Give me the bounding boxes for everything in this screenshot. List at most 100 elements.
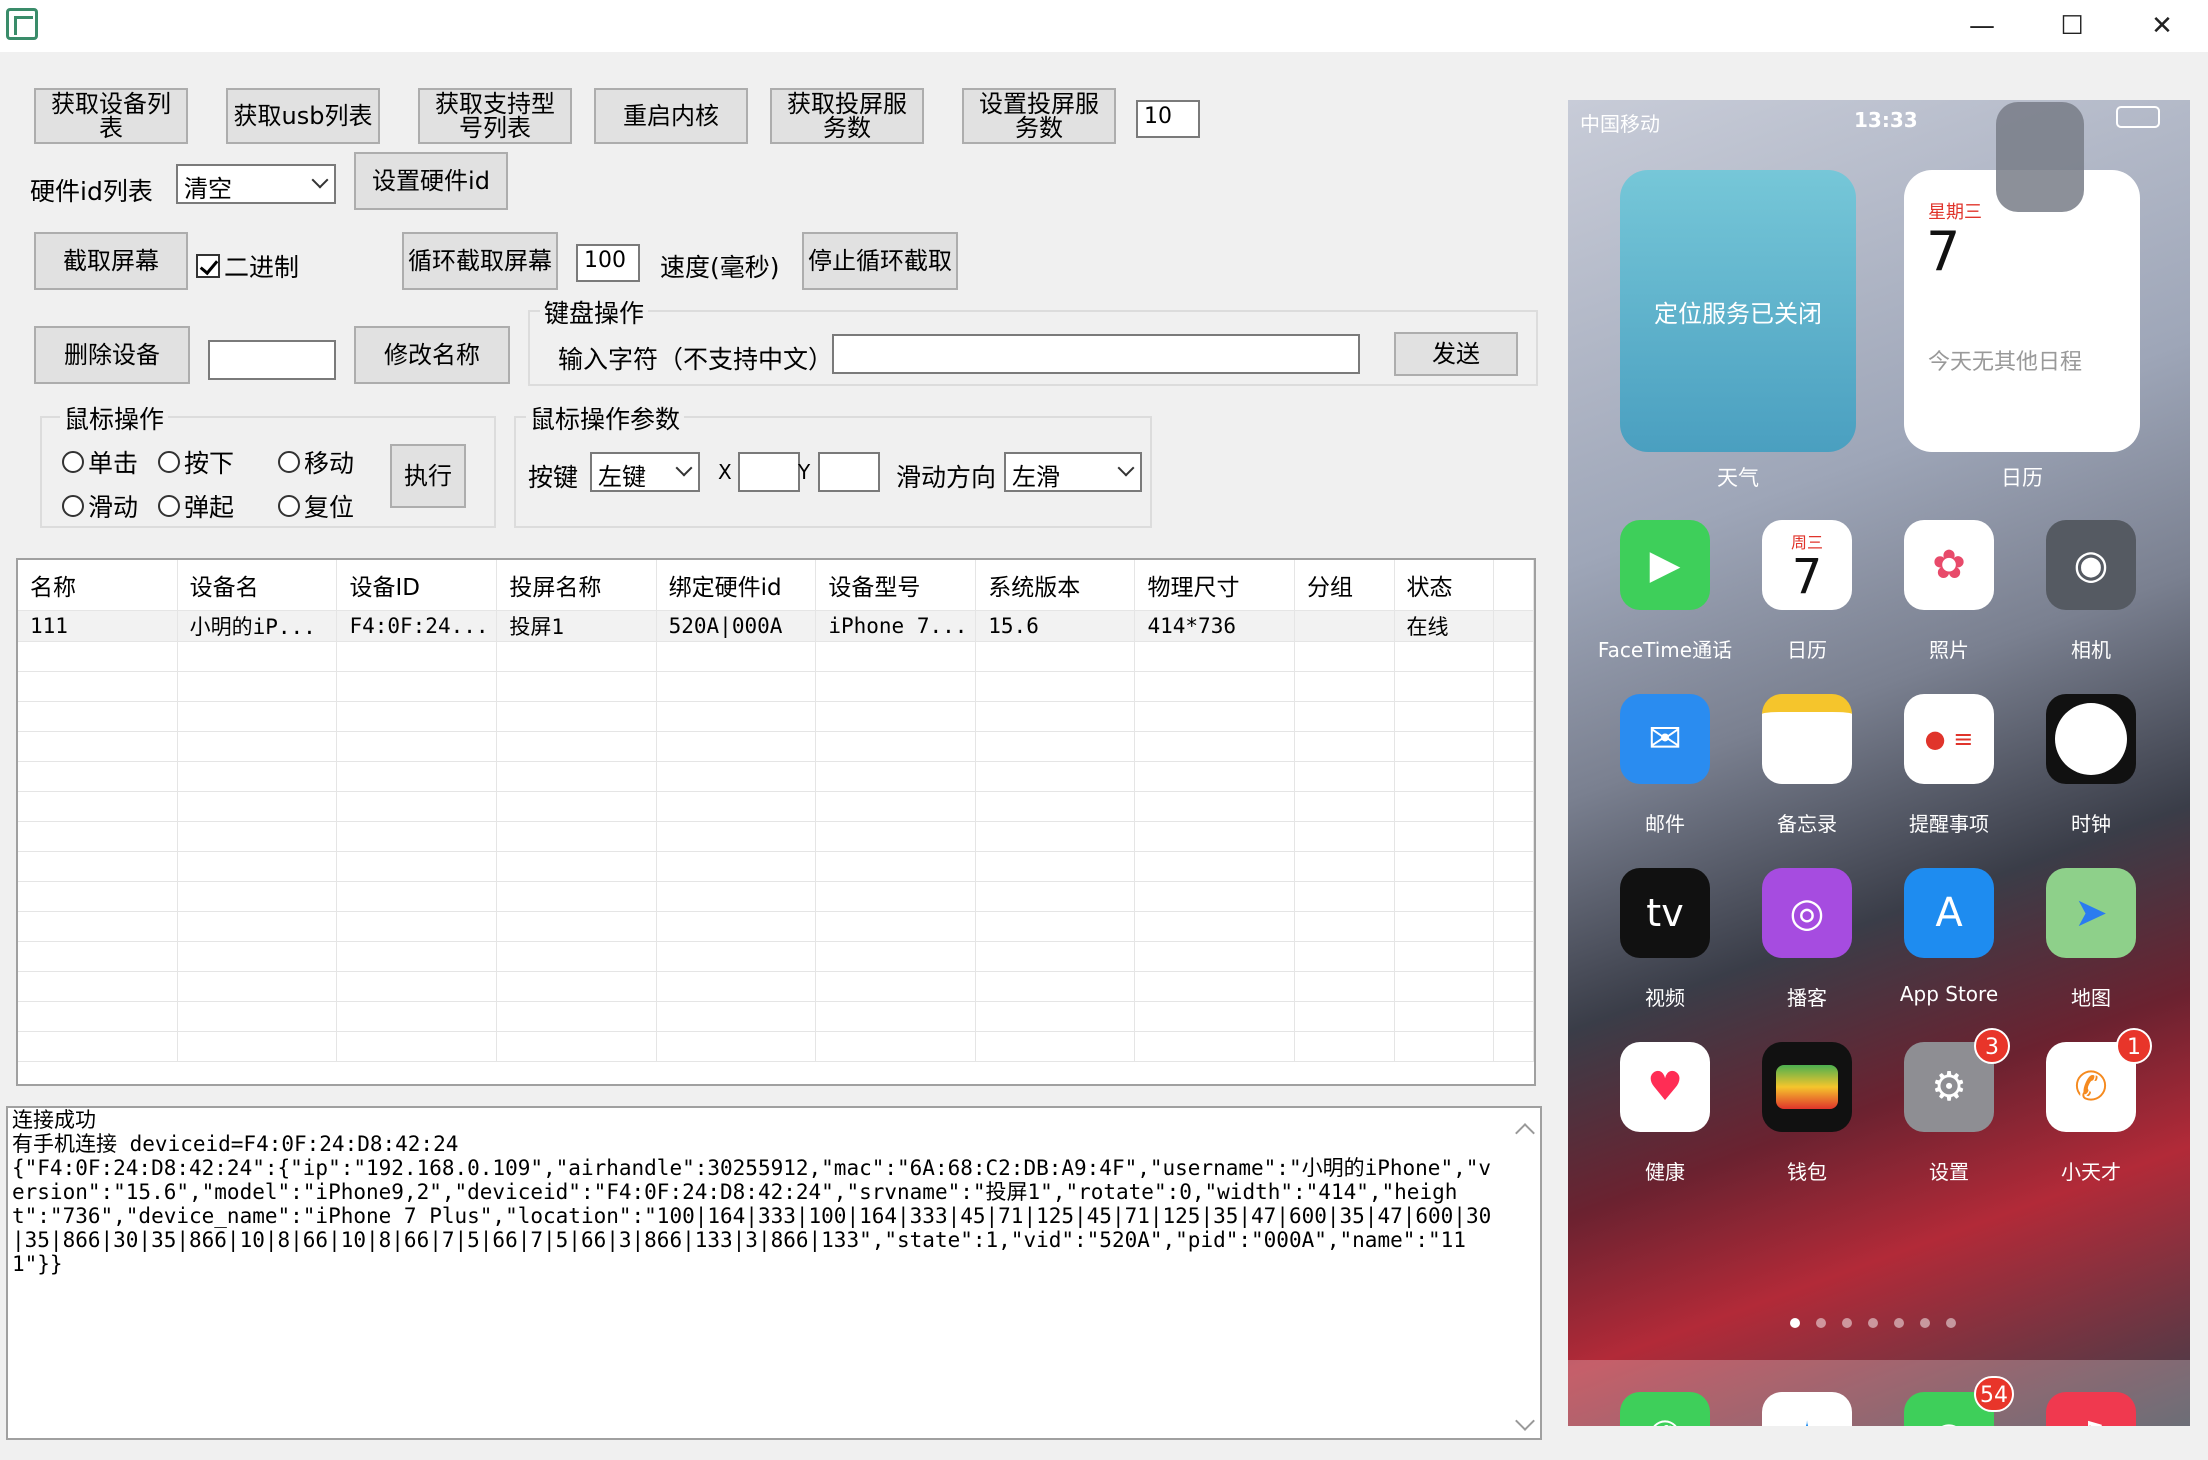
column-header[interactable]: 设备名: [177, 560, 338, 611]
execute-button[interactable]: 执行: [390, 444, 466, 508]
column-header[interactable]: 分组: [1294, 560, 1395, 611]
mouse-reset-label: 复位: [304, 493, 355, 522]
keyboard-text-input[interactable]: [832, 334, 1360, 374]
column-header[interactable]: 设备型号: [815, 560, 977, 611]
table-row[interactable]: 111 小明的iP... F4:0F:24... 投屏1 520A|000A i…: [18, 610, 1534, 642]
scroll-down-icon[interactable]: [1515, 1411, 1535, 1431]
table-row: [18, 731, 1534, 762]
weather-widget[interactable]: 定位服务已关闭: [1620, 170, 1856, 452]
stop-loop-capture-button[interactable]: 停止循环截取: [802, 232, 958, 290]
minimize-button[interactable]: —: [1952, 6, 2012, 46]
mouse-press-label: 按下: [184, 449, 235, 478]
table-row: [18, 821, 1534, 852]
video-icon[interactable]: ▶: [1620, 520, 1710, 610]
rename-device-button[interactable]: 修改名称: [354, 326, 510, 384]
page-dot: [1920, 1318, 1930, 1328]
column-header[interactable]: 状态: [1394, 560, 1495, 611]
column-header[interactable]: 名称: [18, 560, 178, 611]
close-button[interactable]: ✕: [2132, 6, 2192, 46]
maps-icon[interactable]: ➤: [2046, 868, 2136, 958]
hardware-id-select[interactable]: 清空: [176, 164, 336, 204]
mouse-move-radio[interactable]: 移动: [278, 444, 354, 480]
key-select[interactable]: 左键: [590, 452, 700, 492]
get-device-list-button[interactable]: 获取设备列表: [34, 88, 188, 144]
mouse-release-radio[interactable]: 弹起: [158, 488, 234, 524]
safari-icon[interactable]: ✦: [1762, 1392, 1852, 1426]
scroll-up-icon[interactable]: [1515, 1123, 1535, 1143]
device-name-input[interactable]: [208, 340, 336, 380]
camera-icon[interactable]: ◉: [2046, 520, 2136, 610]
table-cell: 520A|000A: [656, 610, 817, 642]
title-bar: — ☐ ✕: [0, 0, 2208, 52]
music-icon[interactable]: ♫: [2046, 1392, 2136, 1426]
phone-screen-mirror[interactable]: 中国移动 13:33 定位服务已关闭 天气 星期三 7 今天无其他日程 日历 ▶…: [1568, 100, 2190, 1426]
appstore-icon[interactable]: A: [1904, 868, 1994, 958]
app-label: 钱包: [1787, 1160, 1827, 1184]
tv-icon[interactable]: tv: [1620, 868, 1710, 958]
column-header[interactable]: 投屏名称: [496, 560, 657, 611]
y-label: Y: [798, 460, 811, 484]
app-label: 设置: [1929, 1160, 1969, 1184]
mail-icon[interactable]: ✉: [1620, 694, 1710, 784]
device-table[interactable]: 名称 设备名 设备ID 投屏名称 绑定硬件id 设备型号 系统版本 物理尺寸 分…: [16, 558, 1536, 1086]
delete-device-button[interactable]: 删除设备: [34, 326, 190, 384]
app-label: 邮件: [1645, 812, 1685, 836]
chevron-down-icon: [1117, 459, 1135, 477]
mouse-group-title: 鼠标操作: [60, 400, 169, 436]
mouse-press-radio[interactable]: 按下: [158, 444, 234, 480]
podcast-icon[interactable]: ◎: [1762, 868, 1852, 958]
direction-select[interactable]: 左滑: [1004, 452, 1142, 492]
column-header[interactable]: 物理尺寸: [1134, 560, 1296, 611]
app-logo-icon: [6, 8, 38, 40]
set-cast-service-count-button[interactable]: 设置投屏服务数: [962, 88, 1116, 144]
log-textarea[interactable]: 连接成功 有手机连接 deviceid=F4:0F:24:D8:42:24 {"…: [6, 1106, 1542, 1440]
mouse-swipe-radio[interactable]: 滑动: [62, 488, 138, 524]
screenshot-button[interactable]: 截取屏幕: [34, 232, 188, 290]
notes-icon[interactable]: [1762, 694, 1852, 784]
assistive-touch-button[interactable]: [1996, 102, 2084, 212]
maximize-button[interactable]: ☐: [2042, 6, 2102, 46]
table-row: [18, 671, 1534, 702]
app-label: 健康: [1645, 1160, 1685, 1184]
messages-badge: 54: [1974, 1376, 2014, 1412]
checkbox-checked-icon: [196, 254, 220, 278]
capture-speed-input[interactable]: 100: [576, 244, 640, 282]
mouse-params-group-title: 鼠标操作参数: [526, 400, 685, 436]
photos-icon[interactable]: ✿: [1904, 520, 1994, 610]
cast-service-count-input[interactable]: 10: [1136, 100, 1200, 138]
column-header[interactable]: 绑定硬件id: [656, 560, 817, 611]
weather-widget-text: 定位服务已关闭: [1654, 300, 1822, 328]
y-input[interactable]: [818, 452, 880, 492]
table-cell: 投屏1: [496, 610, 657, 642]
get-cast-service-count-button[interactable]: 获取投屏服务数: [770, 88, 924, 144]
table-cell: 414*736: [1134, 610, 1296, 642]
app-label: 小天才: [2061, 1160, 2121, 1184]
reminders-icon[interactable]: ● ≡: [1904, 694, 1994, 784]
get-usb-list-button[interactable]: 获取usb列表: [226, 88, 380, 144]
radio-icon: [278, 451, 300, 473]
calendar-widget[interactable]: 星期三 7 今天无其他日程: [1904, 170, 2140, 452]
binary-checkbox[interactable]: 二进制: [196, 248, 299, 284]
radio-icon: [158, 451, 180, 473]
calendar-icon[interactable]: 周三 7: [1762, 520, 1852, 610]
mouse-reset-radio[interactable]: 复位: [278, 488, 354, 524]
loop-capture-button[interactable]: 循环截取屏幕: [402, 232, 558, 290]
x-input[interactable]: [738, 452, 800, 492]
column-header[interactable]: 系统版本: [975, 560, 1136, 611]
app-label: 视频: [1645, 986, 1685, 1010]
phone-icon[interactable]: ✆: [1620, 1392, 1710, 1426]
send-button[interactable]: 发送: [1394, 332, 1518, 376]
binary-label: 二进制: [224, 253, 300, 282]
wallet-icon[interactable]: [1762, 1042, 1852, 1132]
restart-kernel-button[interactable]: 重启内核: [594, 88, 748, 144]
column-header[interactable]: 设备ID: [336, 560, 498, 611]
page-dot: [1946, 1318, 1956, 1328]
table-cell: [1294, 610, 1395, 642]
clock-icon[interactable]: [2046, 694, 2136, 784]
app-label: FaceTime通话: [1597, 638, 1733, 662]
table-row: [18, 1031, 1534, 1062]
mouse-click-radio[interactable]: 单击: [62, 444, 138, 480]
get-supported-models-button[interactable]: 获取支持型号列表: [418, 88, 572, 144]
set-hardware-id-button[interactable]: 设置硬件id: [354, 152, 508, 210]
heart-icon[interactable]: ♥: [1620, 1042, 1710, 1132]
